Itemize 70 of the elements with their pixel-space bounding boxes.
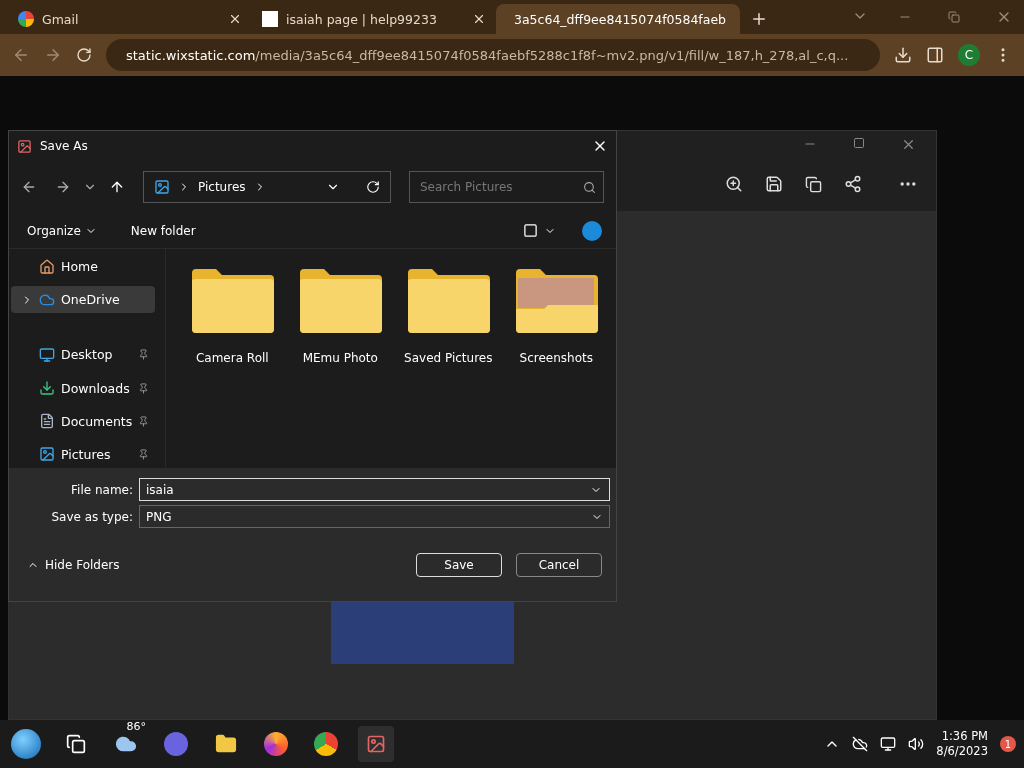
forward-icon[interactable] xyxy=(55,179,71,195)
picture-icon xyxy=(154,179,170,195)
view-icon[interactable] xyxy=(523,223,538,238)
restore-icon[interactable] xyxy=(948,11,960,23)
nav-item[interactable]: Documents xyxy=(11,407,156,435)
picture-icon xyxy=(39,446,55,463)
browser-tab[interactable]: 3a5c64_dff9ee8415074f0584faeb xyxy=(496,4,740,34)
picture-icon[interactable] xyxy=(366,734,386,754)
nav-item[interactable]: Desktop xyxy=(11,341,156,369)
file-name-field[interactable]: isaia xyxy=(139,478,610,501)
clock[interactable]: 1:36 PM 8/6/2023 xyxy=(936,729,988,759)
share-icon[interactable] xyxy=(844,175,862,193)
address-bar[interactable]: static.wixstatic.com/media/3a5c64_dff9ee8415074f0584faebf5288c1f8f~mv2.png/v1/fill/w_187,h_278,al_c,q... xyxy=(106,39,880,71)
folder-icon[interactable] xyxy=(215,733,237,755)
temperature-text[interactable]: 86° xyxy=(126,720,146,733)
profile-avatar[interactable]: C xyxy=(958,44,980,66)
refresh-icon[interactable] xyxy=(366,180,380,194)
folder-name[interactable]: MEmu Photo xyxy=(302,351,378,365)
volume-icon[interactable] xyxy=(908,736,925,752)
folder-icon[interactable] xyxy=(190,269,275,333)
close-icon[interactable] xyxy=(228,12,242,26)
start-icon[interactable] xyxy=(11,729,41,759)
google-icon xyxy=(18,11,34,27)
cancel-button[interactable]: Cancel xyxy=(516,552,602,577)
cloud-off-icon[interactable] xyxy=(852,736,869,752)
save-button[interactable]: Save xyxy=(416,552,502,577)
path-bar[interactable]: Pictures xyxy=(143,171,391,203)
folder-icon[interactable] xyxy=(406,269,491,333)
photo-folder-icon[interactable] xyxy=(514,269,599,333)
field-label: File name: xyxy=(70,482,133,497)
monitor-icon xyxy=(39,346,55,363)
nav-item[interactable]: Pictures xyxy=(11,440,156,468)
reload-icon[interactable] xyxy=(76,47,92,63)
dialog-title: Save As xyxy=(40,139,89,153)
url-text: static.wixstatic.com/media/3a5c64_dff9ee8415074f0584faebf5288c1f8f~mv2.png/v1/fill/w_187,h_278,al_c,q... xyxy=(126,47,849,63)
nav-item[interactable]: OneDrive xyxy=(11,286,156,314)
nav-item[interactable]: Home xyxy=(11,253,156,281)
back-icon[interactable] xyxy=(21,179,37,195)
home-icon xyxy=(39,258,55,275)
browser-tab[interactable]: Gmail xyxy=(8,4,252,34)
download-icon[interactable] xyxy=(894,46,912,64)
task-view-icon[interactable] xyxy=(66,734,86,754)
hide-folders-button[interactable]: Hide Folders xyxy=(21,556,126,573)
site-icon xyxy=(262,11,278,27)
folder-icon[interactable] xyxy=(298,269,383,333)
download-icon xyxy=(39,380,55,397)
folder-name[interactable]: Camera Roll xyxy=(195,351,269,365)
side-panel-icon[interactable] xyxy=(926,46,944,64)
save-icon[interactable] xyxy=(765,175,783,193)
search-icon xyxy=(583,180,596,194)
search-field[interactable]: Search Pictures xyxy=(409,171,604,203)
command-button[interactable]: New folder xyxy=(126,221,200,240)
breadcrumb-item[interactable]: Pictures xyxy=(198,180,246,194)
field-label: Save as type: xyxy=(50,509,133,524)
new-tab-icon[interactable] xyxy=(750,10,768,28)
browser-tab[interactable]: isaiah page | help99233 xyxy=(252,4,496,34)
folder-name[interactable]: Screenshots xyxy=(519,351,593,365)
document-icon xyxy=(39,413,55,430)
command-button[interactable]: Organize xyxy=(23,221,101,240)
copy-icon[interactable] xyxy=(805,175,822,193)
close-icon[interactable] xyxy=(472,12,486,26)
nav-item[interactable]: Downloads xyxy=(11,374,156,402)
file-type-dropdown[interactable]: PNG xyxy=(139,505,610,528)
folder-name[interactable]: Saved Pictures xyxy=(404,351,493,365)
network-icon[interactable] xyxy=(880,736,897,752)
maximize-icon[interactable] xyxy=(853,137,865,149)
app-icon xyxy=(17,138,32,154)
up-icon[interactable] xyxy=(109,179,125,195)
notification-badge[interactable]: 1 xyxy=(1000,736,1016,752)
zoom-in-icon[interactable] xyxy=(725,175,743,193)
